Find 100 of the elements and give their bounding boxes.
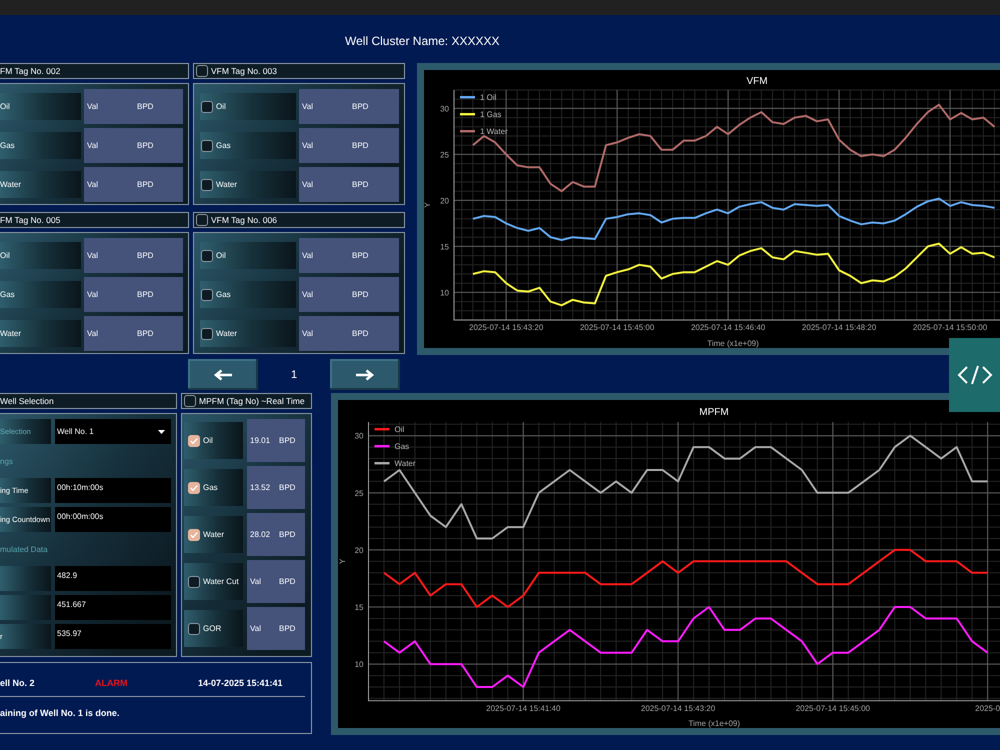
checkbox[interactable] (201, 250, 213, 262)
arrow-left-icon (213, 368, 233, 380)
checkbox[interactable] (188, 434, 200, 446)
unit-text: BPD (279, 530, 296, 539)
arrow-right-icon (355, 368, 375, 380)
panel-title: FM Tag No. 002 (0, 66, 60, 76)
row-label: Water Cut (203, 577, 239, 586)
checkbox[interactable] (188, 482, 200, 494)
value-text: Val (87, 290, 99, 299)
row-label: Water (203, 530, 224, 539)
checkmark-icon (190, 484, 198, 490)
well-dropdown[interactable]: Well No. 1 (55, 419, 171, 444)
unit-text: BPD (279, 436, 296, 445)
axis-tick-label: 25 (354, 488, 364, 498)
axis-title: Time (x1e+09) (707, 339, 759, 348)
axis-tick-label: 2025-07-14 15:43:20 (640, 704, 716, 713)
checkbox[interactable] (196, 214, 208, 226)
axis-tick-label: 2025-0 (975, 704, 1000, 713)
value-text: Val (87, 102, 99, 111)
checkbox[interactable] (188, 576, 200, 588)
checkbox[interactable] (201, 178, 213, 190)
value-text: Val (250, 577, 262, 586)
axis-tick-label: 25 (440, 150, 449, 160)
axis-tick-label: 2025-07-14 15:41:40 (486, 704, 560, 713)
page-number: 1 (290, 368, 298, 380)
checkbox[interactable] (201, 100, 213, 112)
panel-title: FM Tag No. 005 (0, 215, 60, 225)
legend-label: 1 Water (480, 127, 508, 136)
row-label: Oil (216, 251, 226, 260)
value-text: Val (302, 102, 314, 111)
unit-text: BPD (279, 577, 296, 586)
unit-text: BPD (137, 329, 154, 338)
section-heading: mulated Data (0, 544, 49, 556)
code-icon (956, 364, 992, 386)
unit-text: BPD (352, 180, 368, 189)
value-text: Val (302, 251, 314, 260)
legend-line-icon (374, 445, 390, 448)
row-label: Oil (216, 102, 226, 111)
axis-title: Y (338, 558, 347, 564)
well-name: ell No. 2 (0, 678, 36, 688)
unit-text: BPD (352, 251, 368, 260)
axis-title: Time (x1e+09) (688, 719, 740, 728)
unit-text: BPD (137, 251, 154, 260)
row-label: Gas (0, 141, 15, 150)
value-text: Val (87, 180, 99, 189)
value-field: 451.667 (55, 595, 171, 620)
row-label: Gas (203, 483, 218, 492)
label-tile (0, 595, 51, 620)
panel-title: MPFM (Tag No) ~Real Time (199, 396, 305, 406)
row-label: GOR (203, 624, 222, 633)
unit-text: BPD (352, 290, 368, 299)
checkmark-icon (190, 438, 198, 444)
alarm-message: aining of Well No. 1 is done. (0, 708, 120, 718)
label-tile (0, 566, 51, 591)
checkbox[interactable] (188, 528, 200, 540)
value-text: Val (302, 290, 314, 299)
unit-text: BPD (137, 180, 154, 189)
previous-button[interactable] (188, 359, 258, 390)
legend-line-icon (460, 113, 475, 116)
axis-tick-label: 20 (354, 546, 364, 555)
axis-tick-label: 10 (440, 288, 449, 298)
unit-text: BPD (137, 141, 154, 150)
row-label: Water (216, 180, 238, 189)
legend-label: Gas (394, 442, 410, 451)
unit-text: BPD (279, 624, 296, 633)
axis-tick-label: 30 (354, 432, 364, 441)
axis-tick-label: 15 (440, 242, 449, 252)
checkbox[interactable] (184, 395, 196, 407)
value-text: 13.52 (250, 483, 272, 492)
code-button[interactable] (949, 338, 1000, 412)
panel-title: VFM Tag No. 006 (211, 215, 277, 225)
axis-tick-label: 2025-07-14 15:45:00 (580, 323, 654, 332)
unit-text: BPD (352, 102, 368, 111)
row-label: Oil (0, 251, 10, 260)
unit-text: BPD (352, 141, 368, 150)
row-label: Gas (216, 290, 231, 299)
checkbox[interactable] (188, 622, 200, 634)
axis-tick-label: 2025-07-14 15:48:20 (802, 323, 876, 332)
value-text: Val (302, 180, 314, 189)
caret-icon (158, 430, 165, 434)
next-button[interactable] (330, 359, 400, 390)
cluster-name-title: Well Cluster Name: XXXXXX (345, 34, 500, 48)
legend-line-icon (374, 428, 390, 430)
checkbox[interactable] (201, 288, 213, 300)
checkbox[interactable] (196, 65, 208, 77)
checkbox[interactable] (201, 328, 213, 340)
value-text: Val (87, 141, 99, 150)
value-text: Val (302, 329, 314, 338)
legend-line-icon (374, 462, 390, 464)
legend-label: 1 Gas (480, 110, 502, 119)
row-label: Gas (0, 290, 15, 299)
chart-title: MPFM (699, 407, 729, 418)
unit-text: BPD (137, 102, 154, 111)
value-field: 535.97 (55, 624, 171, 649)
checkbox[interactable] (201, 140, 213, 152)
value-text: Val (302, 141, 314, 150)
row-label: Oil (0, 102, 10, 111)
input-field[interactable]: 00h:10m:00s (55, 478, 171, 503)
value-text: Val (250, 624, 262, 633)
axis-tick-label: 30 (440, 104, 449, 114)
